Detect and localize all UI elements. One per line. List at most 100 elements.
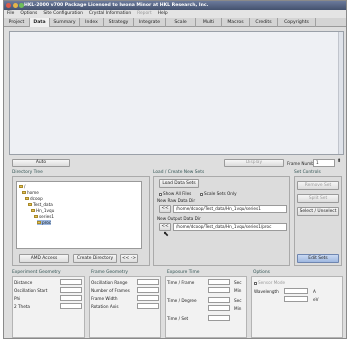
frame-width-field xyxy=(137,295,159,301)
folder-icon xyxy=(22,191,26,194)
phi-label: Phi xyxy=(14,296,21,301)
edit-sets-button[interactable]: Edit Sets xyxy=(297,254,339,263)
frame-number-input[interactable]: 1 xyxy=(313,159,335,167)
exposure-time-title: Exposure Time xyxy=(167,270,200,275)
time-per-set-field xyxy=(208,315,230,321)
time-per-frame-sec-field xyxy=(208,279,230,285)
menu-bar: File Options Site Configuration Crystal … xyxy=(4,10,346,18)
time-per-frame-min-unit: Min xyxy=(234,288,242,293)
number-of-frames-field xyxy=(137,287,159,293)
checkbox-icon xyxy=(200,192,203,196)
time-per-frame-min-field xyxy=(208,287,230,293)
oscillation-start-field xyxy=(60,287,82,293)
wavelength-ev-unit: eV xyxy=(313,297,319,302)
folder-icon xyxy=(28,203,32,206)
menu-site-configuration[interactable]: Site Configuration xyxy=(43,10,83,18)
experiment-geometry-title: Experiment Geometry xyxy=(12,270,61,275)
remove-set-button[interactable]: Remove Set xyxy=(297,181,339,190)
mouse-cursor-icon: ⬉ xyxy=(163,230,169,238)
tree-node-test-data[interactable]: Test_data xyxy=(28,202,53,207)
time-per-degree-sec-unit: Sec xyxy=(234,298,242,303)
wavelength-label: Wavelength xyxy=(254,289,279,294)
tab-strategy[interactable]: Strategy xyxy=(104,18,134,27)
oscillation-range-label: Oscillation Range xyxy=(91,280,128,285)
tab-copyrights[interactable]: Copyrights xyxy=(278,18,316,27)
tab-summary[interactable]: Summary xyxy=(50,18,80,27)
time-per-frame-label: Time / Frame xyxy=(167,280,195,285)
show-all-files-checkbox[interactable]: Show All Files xyxy=(159,191,191,196)
directory-tree-title: Directory Tree xyxy=(12,170,43,175)
two-theta-label: 2 Theta xyxy=(14,304,30,309)
amd-access-button[interactable]: AMD Access xyxy=(19,254,69,263)
tab-macros[interactable]: Macros xyxy=(222,18,250,27)
tab-bar: Project Data Summary Index Strategy Inte… xyxy=(4,18,346,27)
tree-node-dcoop[interactable]: dcoop xyxy=(25,196,43,201)
tab-integrate[interactable]: Integrate xyxy=(134,18,166,27)
menu-options[interactable]: Options xyxy=(20,10,37,18)
folder-icon xyxy=(19,185,23,188)
split-set-button[interactable]: Split Set xyxy=(297,194,339,203)
new-output-data-dir-label: New Output Data Dir xyxy=(157,216,201,221)
distance-field xyxy=(60,279,82,285)
tab-credits[interactable]: Credits xyxy=(250,18,278,27)
rotation-axis-field xyxy=(137,303,159,309)
close-window-button[interactable] xyxy=(6,3,11,8)
options-title: Options xyxy=(253,270,270,275)
checkbox-icon xyxy=(254,281,257,285)
tree-node-root[interactable]: / xyxy=(19,184,25,189)
wavelength-ev-field[interactable] xyxy=(284,296,308,302)
directory-tree-view[interactable]: / home dcoop Test_data Hn_1vqu series1 p… xyxy=(16,181,142,249)
create-directory-button[interactable]: Create Directory xyxy=(73,254,117,263)
time-per-set-label: Time / Set xyxy=(167,316,189,321)
display-button[interactable]: Display xyxy=(224,159,284,167)
tab-project[interactable]: Project xyxy=(4,18,30,27)
checkbox-icon xyxy=(159,192,162,196)
time-per-degree-min-unit: Min xyxy=(234,306,242,311)
tab-index[interactable]: Index xyxy=(80,18,104,27)
menu-help[interactable]: Help xyxy=(158,10,168,18)
rotation-axis-label: Rotation Axis xyxy=(91,304,119,309)
raw-dir-back-button[interactable]: << xyxy=(159,205,171,213)
time-per-frame-sec-unit: Sec xyxy=(234,280,242,285)
folder-icon xyxy=(37,221,41,224)
frame-stepper-icon[interactable]: ⬍ xyxy=(337,158,341,164)
auto-button[interactable]: Auto xyxy=(12,159,70,167)
tab-multi[interactable]: Multi xyxy=(196,18,222,27)
tree-node-series1[interactable]: series1 xyxy=(34,214,54,219)
window-controls xyxy=(6,3,24,8)
wavelength-a-field[interactable] xyxy=(284,288,308,294)
frame-geometry-title: Frame Geometry xyxy=(91,270,128,275)
tree-node-hn-1vqu[interactable]: Hn_1vqu xyxy=(31,208,54,213)
select-unselect-button[interactable]: Select / Unselect xyxy=(297,207,339,216)
frame-width-label: Frame Width xyxy=(91,296,118,301)
menu-crystal-information[interactable]: Crystal Information xyxy=(89,10,131,18)
time-per-degree-min-field xyxy=(208,305,230,311)
two-theta-field xyxy=(60,303,82,309)
distance-label: Distance xyxy=(14,280,33,285)
sensor-mode-checkbox[interactable]: Sensor Mode xyxy=(254,280,285,285)
sets-list-scrollbar[interactable] xyxy=(338,32,343,154)
tree-node-proc[interactable]: proc xyxy=(37,220,52,225)
load-data-sets-button[interactable]: Load Data Sets xyxy=(159,179,199,188)
time-per-degree-label: Time / Degree xyxy=(167,298,197,303)
oscillation-start-label: Oscillation Start xyxy=(14,288,48,293)
minimize-window-button[interactable] xyxy=(12,3,18,8)
load-sets-panel xyxy=(153,176,290,266)
tab-scale[interactable]: Scale xyxy=(166,18,196,27)
tree-nav-button[interactable]: << -> xyxy=(120,254,138,263)
wavelength-a-unit: A xyxy=(313,289,316,294)
oscillation-range-field xyxy=(137,279,159,285)
number-of-frames-label: Number of Frames xyxy=(91,288,130,293)
tab-data[interactable]: Data xyxy=(30,18,50,27)
output-data-dir-input[interactable]: /home/dcoop/Test_data/Hn_1vqu/series1/pr… xyxy=(173,223,287,231)
menu-file[interactable]: File xyxy=(7,10,14,18)
folder-icon xyxy=(31,209,35,212)
sets-list-area[interactable] xyxy=(9,31,344,155)
options-panel xyxy=(251,276,343,338)
scale-sets-only-checkbox[interactable]: Scale Sets Only xyxy=(200,191,237,196)
menu-report[interactable]: Report xyxy=(137,10,152,18)
new-raw-data-dir-label: New Raw Data Dir xyxy=(157,198,196,203)
window-title: HKL-2000 v700 Package Licensed to Iwona … xyxy=(24,3,209,8)
tree-node-home[interactable]: home xyxy=(22,190,39,195)
raw-data-dir-input[interactable]: /home/dcoop/Test_data/Hn_1vqu/series1 xyxy=(173,205,287,213)
